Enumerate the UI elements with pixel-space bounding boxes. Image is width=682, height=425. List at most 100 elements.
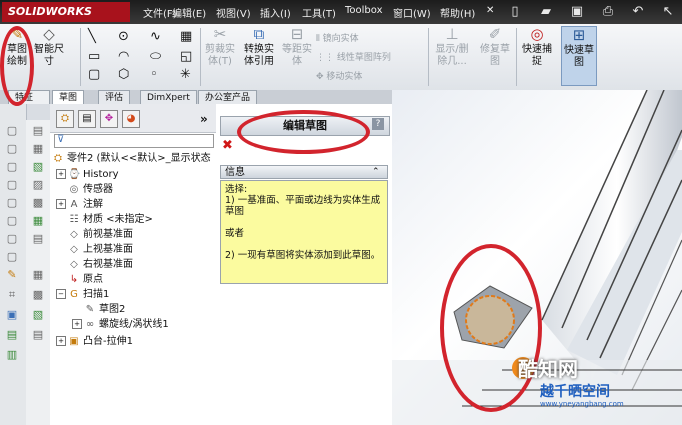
tree-item-label: 凸台-拉伸1 <box>83 336 133 347</box>
menu-edit[interactable]: 编辑(E) <box>172 5 206 20</box>
menu-insert[interactable]: 插入(I) <box>260 5 291 20</box>
grid-icon[interactable]: ▦ <box>180 30 192 44</box>
toolbar-icon[interactable]: ▧ <box>31 160 45 174</box>
tree-item-right-plane[interactable]: ◇ 右视基准面 <box>56 259 133 271</box>
collapse-chevron-icon[interactable]: ⌃ <box>372 165 380 179</box>
tab-evaluate[interactable]: 评估 <box>98 90 131 104</box>
display-delete-relations-button[interactable]: ⊥ 显示/删除几... <box>432 26 472 68</box>
tree-item-material[interactable]: ☷ 材质 <未指定> <box>56 214 153 226</box>
toolbar-icon[interactable]: ▦ <box>31 214 45 228</box>
quick-snap-button[interactable]: ◎ 快速捕捉 <box>520 26 554 68</box>
info-line: 选择: <box>225 184 248 195</box>
toolbar-icon[interactable]: ▣ <box>5 308 19 322</box>
smart-dimension-button[interactable]: ◇ 智能尺寸 <box>32 26 66 68</box>
toolbar-icon[interactable]: ▥ <box>5 348 19 362</box>
toolbar-icon[interactable]: ▨ <box>31 178 45 192</box>
tree-item-sketch2[interactable]: ✎ 草图2 <box>72 304 126 316</box>
tree-item-sweep[interactable]: − G 扫描1 <box>56 289 109 301</box>
offset-button[interactable]: ⊟ 等距实体 <box>282 26 312 68</box>
expand-plus-icon[interactable]: + <box>56 336 66 346</box>
point-icon[interactable]: ◦ <box>150 68 158 82</box>
repair-sketch-button[interactable]: ✐ 修复草图 <box>478 26 512 68</box>
new-document-icon[interactable]: ▯ <box>507 4 523 20</box>
toolbar-icon[interactable]: ▦ <box>31 142 45 156</box>
toolbar-icon[interactable]: ▢ <box>5 178 19 192</box>
slot-icon[interactable]: ▢ <box>88 68 100 82</box>
offset-label: 等距实体 <box>282 44 312 67</box>
toolbar-icon[interactable]: ▩ <box>31 288 45 302</box>
tree-item-front-plane[interactable]: ◇ 前视基准面 <box>56 229 133 241</box>
trim-button[interactable]: ✂ 剪裁实体(T) <box>203 26 237 68</box>
toolbar-icon[interactable]: ▢ <box>5 250 19 264</box>
toolbar-icon[interactable]: ▦ <box>31 268 45 282</box>
help-icon[interactable]: ? <box>372 118 384 130</box>
tree-item-sensors[interactable]: ◎ 传感器 <box>56 184 113 196</box>
appearance-tab-icon[interactable]: ◕ <box>122 110 140 128</box>
arc-icon[interactable]: ◠ <box>118 50 129 64</box>
circle-icon[interactable]: ⊙ <box>118 30 129 44</box>
tab-dimxpert[interactable]: DimXpert <box>140 90 197 104</box>
toolbar-icon[interactable]: ▤ <box>31 124 45 138</box>
tree-item-helix[interactable]: + ∞ 螺旋线/涡状线1 <box>72 319 169 331</box>
toolbar-icon[interactable]: ▤ <box>31 328 45 342</box>
select-arrow-icon[interactable]: ↖ <box>660 4 676 20</box>
toolbar-icon[interactable]: ▢ <box>5 124 19 138</box>
toolbar-icon[interactable]: ▧ <box>31 308 45 322</box>
pin-icon[interactable]: ✕ <box>486 5 494 16</box>
filter-icon[interactable]: ⊽ <box>57 134 64 145</box>
tree-item-history[interactable]: + ⌚ History <box>56 169 119 181</box>
toolbar-icon[interactable]: ▤ <box>31 232 45 246</box>
tree-item-origin[interactable]: ↳ 原点 <box>56 274 103 286</box>
expand-plus-icon[interactable]: + <box>56 169 66 179</box>
text-icon[interactable]: ✳ <box>180 68 191 82</box>
linear-pattern-button[interactable]: ⋮⋮ 线性草图阵列 <box>316 50 391 63</box>
menu-toolbox[interactable]: Toolbox <box>345 5 383 16</box>
line-icon[interactable]: ╲ <box>88 30 96 44</box>
close-icon[interactable]: ✖ <box>222 138 233 153</box>
tab-sketch[interactable]: 草图 <box>52 90 85 104</box>
undo-icon[interactable]: ↶ <box>630 4 646 20</box>
tree-item-extrude[interactable]: + ▣ 凸台-拉伸1 <box>56 336 133 348</box>
print-icon[interactable]: ⎙ <box>600 4 616 20</box>
collapse-minus-icon[interactable]: − <box>56 289 66 299</box>
expand-plus-icon[interactable]: + <box>56 199 66 209</box>
toolbar-icon[interactable]: ⌗ <box>5 288 19 302</box>
ellipse-icon[interactable]: ⬭ <box>150 50 161 64</box>
tab-office-products[interactable]: 办公室产品 <box>198 90 258 104</box>
menu-view[interactable]: 视图(V) <box>216 5 251 20</box>
quick-snap-label: 快速捕捉 <box>522 44 552 67</box>
sketch-tool-icon[interactable]: ✎ <box>5 268 19 282</box>
property-tab-icon[interactable]: ▤ <box>78 110 96 128</box>
tree-item-annotations[interactable]: + A 注解 <box>56 199 103 211</box>
tree-root[interactable]: ⛭ 零件2 (默认<<默认>_显示状态 <box>52 153 211 165</box>
toolbar-icon[interactable]: ▩ <box>31 196 45 210</box>
pattern-label: 线性草图阵列 <box>336 53 391 63</box>
expand-chevron-icon[interactable]: » <box>200 112 208 126</box>
polygon-icon[interactable]: ⬡ <box>118 68 129 82</box>
rectangle-icon[interactable]: ▭ <box>88 50 100 64</box>
mirror-button[interactable]: ⫴ 镜向实体 <box>316 31 359 44</box>
tree-filter[interactable] <box>54 134 214 148</box>
open-folder-icon[interactable]: ▰ <box>538 4 554 20</box>
info-section-header[interactable]: 信息 <box>220 165 388 179</box>
toolbar-icon[interactable]: ▢ <box>5 142 19 156</box>
toolbar-icon[interactable]: ▢ <box>5 160 19 174</box>
move-button[interactable]: ✥ 移动实体 <box>316 69 362 82</box>
menu-tools[interactable]: 工具(T) <box>302 5 336 20</box>
feature-tree-tab-icon[interactable]: ⛭ <box>56 110 74 128</box>
expand-plus-icon[interactable]: + <box>72 319 82 329</box>
menu-window[interactable]: 窗口(W) <box>393 5 431 20</box>
convert-entities-button[interactable]: ⧉ 转换实体引用 <box>240 26 278 68</box>
toolbar-icon[interactable]: ▢ <box>5 196 19 210</box>
tree-item-top-plane[interactable]: ◇ 上视基准面 <box>56 244 133 256</box>
config-tab-icon[interactable]: ✥ <box>100 110 118 128</box>
spline-icon[interactable]: ∿ <box>150 30 161 44</box>
toolbar-icon[interactable]: ▢ <box>5 232 19 246</box>
quick-sketch-button[interactable]: ⊞ 快速草图 <box>561 26 597 86</box>
material-icon: ☷ <box>69 214 79 225</box>
toolbar-icon[interactable]: ▢ <box>5 214 19 228</box>
save-icon[interactable]: ▣ <box>569 4 585 20</box>
fillet-icon[interactable]: ◱ <box>180 50 192 64</box>
toolbar-icon[interactable]: ▤ <box>5 328 19 342</box>
menu-help[interactable]: 帮助(H) <box>440 5 475 20</box>
